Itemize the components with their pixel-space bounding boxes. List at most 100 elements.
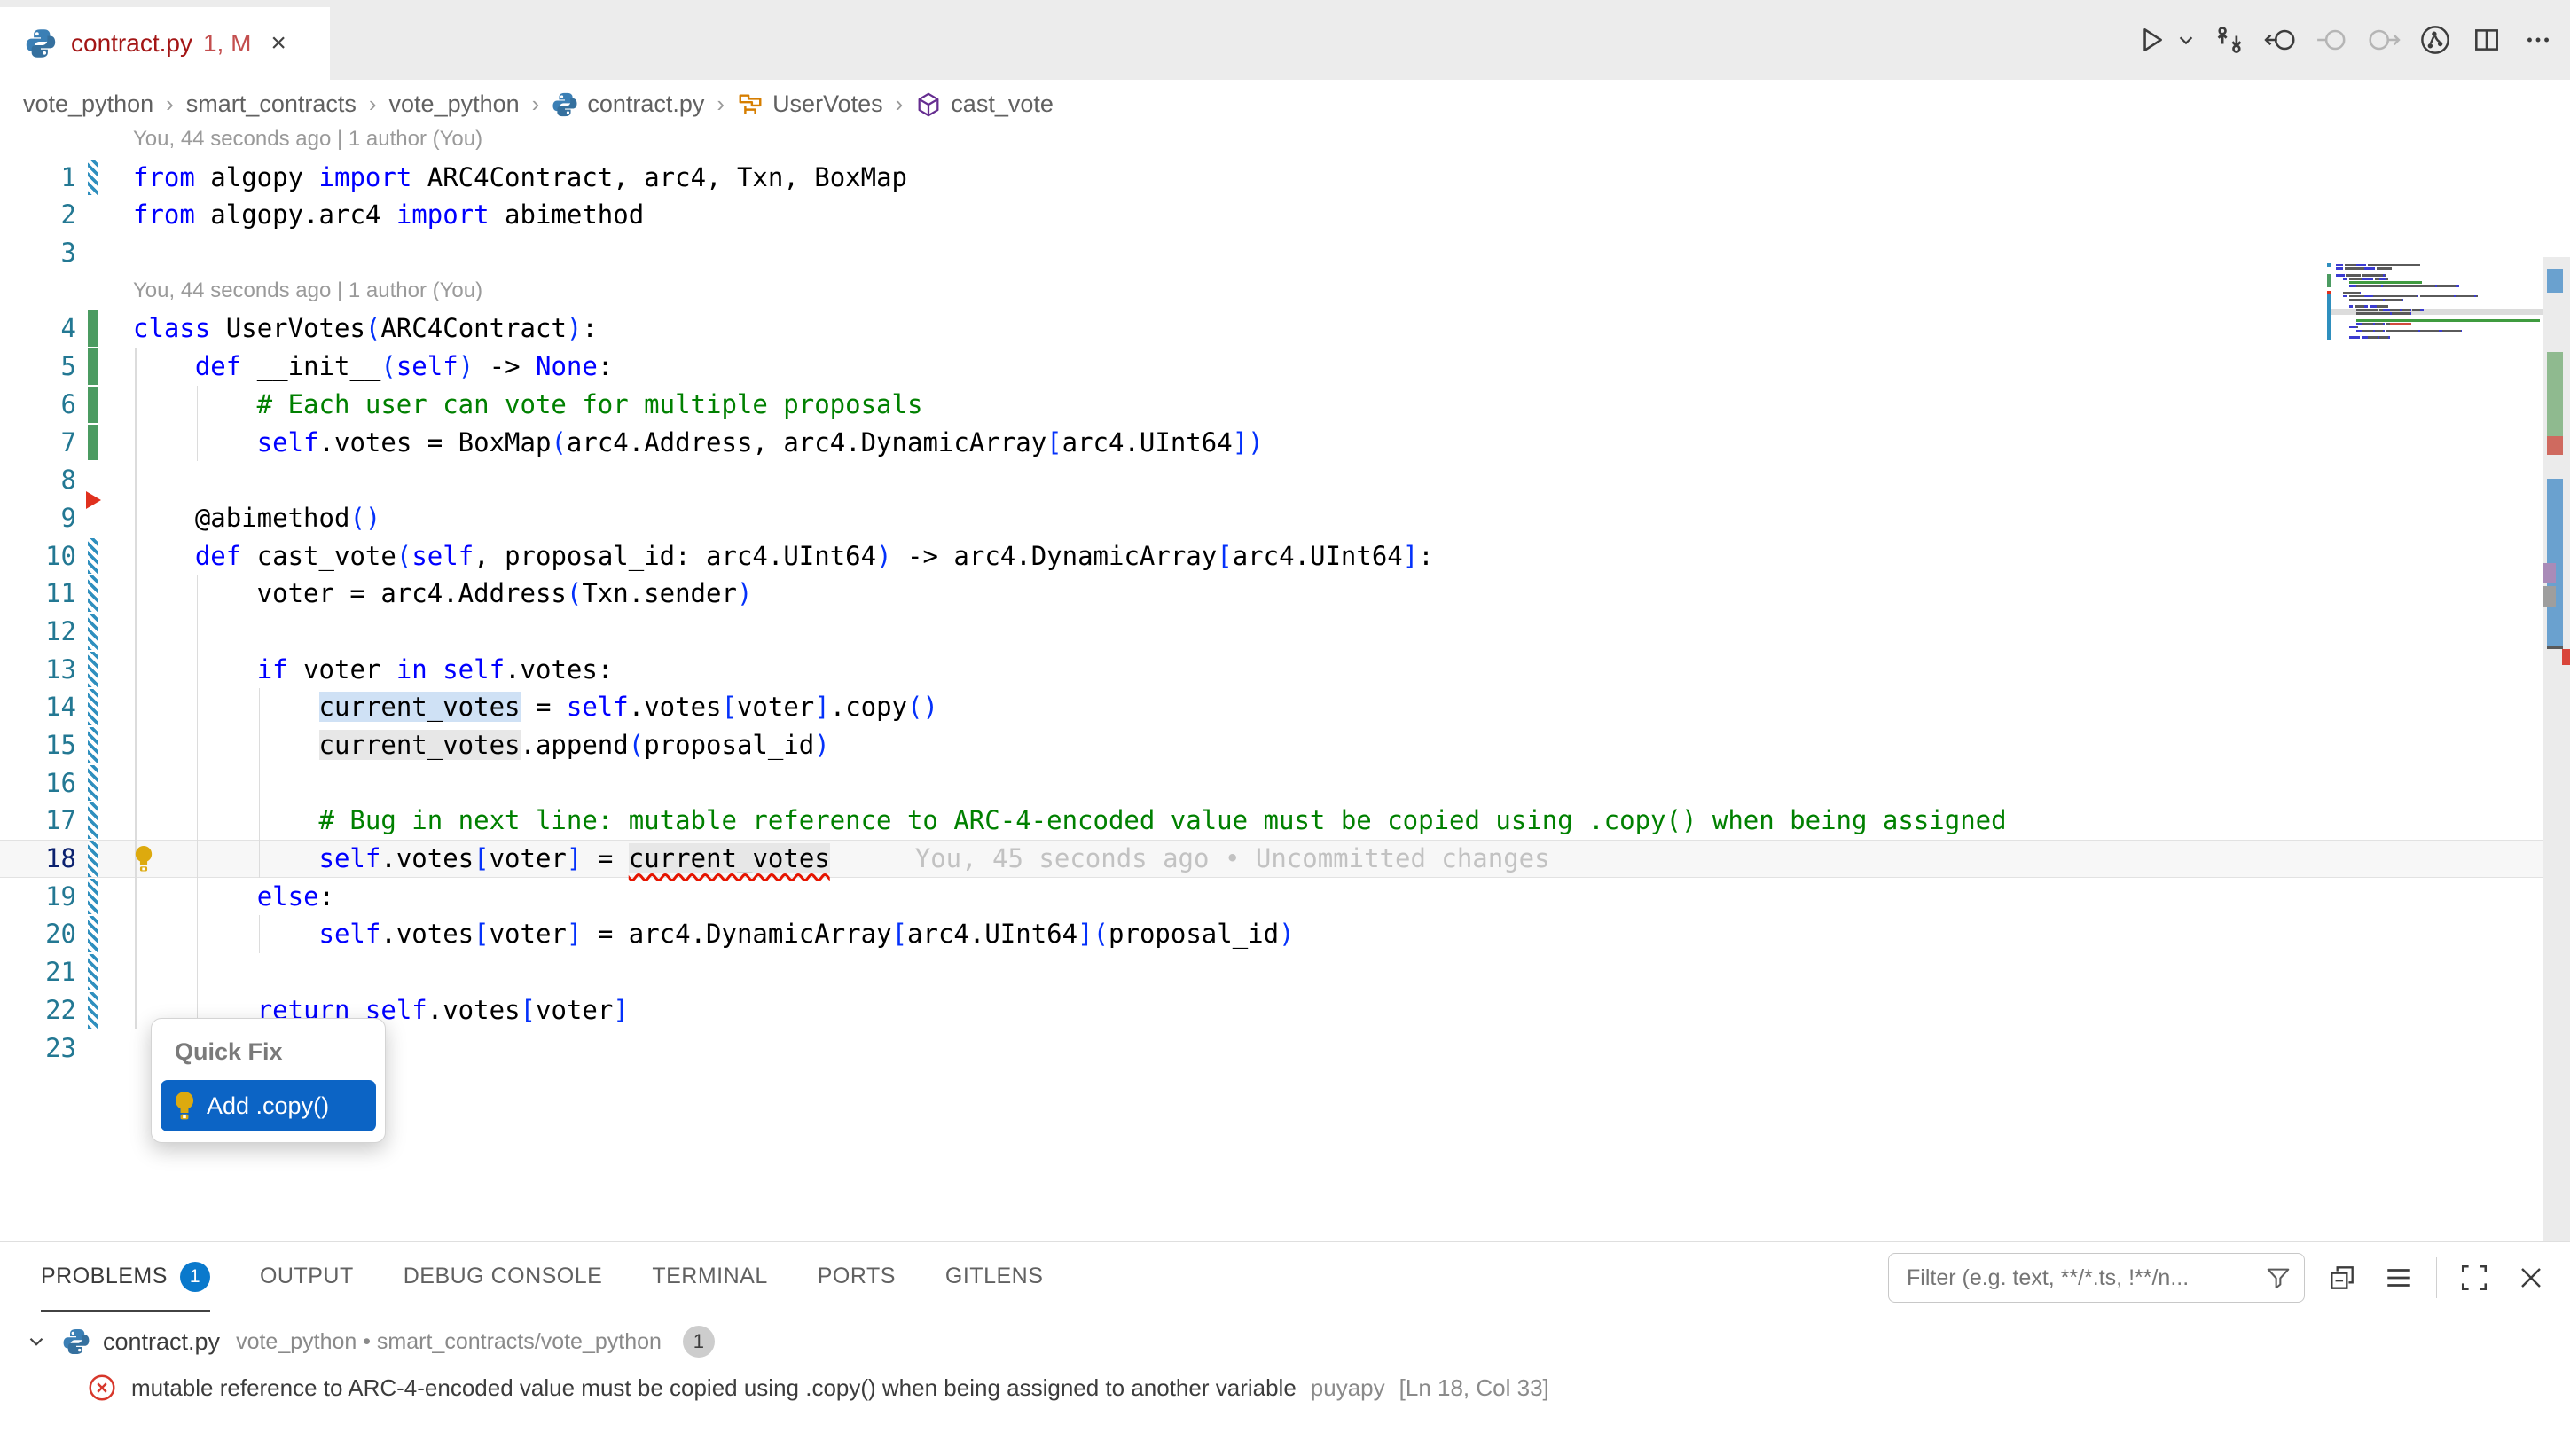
line-number-19[interactable]: 19 [0,878,76,916]
line-number-11[interactable]: 11 [0,575,76,613]
chevron-down-icon[interactable] [25,1330,48,1353]
code-line-15[interactable]: 15 current_votes.append(proposal_id) [0,726,2570,764]
code-line-9[interactable]: 9 @abimethod() [0,499,2570,537]
previous-change-icon[interactable] [2313,20,2352,59]
gutter-modified-decoration[interactable] [88,765,98,802]
code-line-13[interactable]: 13 if voter in self.votes: [0,651,2570,689]
code-line-17[interactable]: 17 # Bug in next line: mutable reference… [0,802,2570,840]
gutter-modified-decoration[interactable] [88,727,98,763]
code-line-21[interactable]: 21 [0,953,2570,991]
gutter-added-decoration[interactable] [88,348,98,385]
code-line-16[interactable]: 16 [0,764,2570,802]
gutter-modified-decoration[interactable] [88,160,98,196]
line-number-12[interactable]: 12 [0,613,76,651]
gutter-deleted-lines-marker[interactable] [86,491,101,509]
gutter-modified-decoration[interactable] [88,538,98,575]
code-line-5[interactable]: 5 def __init__(self) -> None: [0,348,2570,386]
line-number-10[interactable]: 10 [0,537,76,575]
breadcrumb-item-UserVotes[interactable]: UserVotes [737,90,883,118]
compare-changes-icon[interactable] [2210,20,2249,59]
problems-file-row[interactable]: contract.py vote_python • smart_contract… [0,1319,2570,1365]
gutter-added-decoration[interactable] [88,387,98,423]
code-line-19[interactable]: 19 else: [0,878,2570,916]
line-number-14[interactable]: 14 [0,688,76,726]
line-number-20[interactable]: 20 [0,915,76,953]
code-line-12[interactable]: 12 [0,613,2570,651]
minimap[interactable] [2327,263,2543,352]
code-line-7[interactable]: 7 self.votes = BoxMap(arc4.Address, arc4… [0,424,2570,462]
panel-tab-output[interactable]: OUTPUT [260,1243,354,1312]
codelens-blame-link[interactable]: You, 44 seconds ago | 1 author (You) [133,272,482,310]
close-tab-icon[interactable]: × [270,30,286,57]
line-number-8[interactable]: 8 [0,461,76,499]
gutter-added-decoration[interactable] [88,425,98,461]
problems-error-row[interactable]: mutable reference to ARC-4-encoded value… [0,1365,2570,1411]
line-number-23[interactable]: 23 [0,1029,76,1068]
breadcrumb-item-smart_contracts[interactable]: smart_contracts [186,90,357,118]
line-number-2[interactable]: 2 [0,196,76,234]
gutter-modified-decoration[interactable] [88,689,98,725]
line-number-6[interactable]: 6 [0,386,76,424]
gutter-modified-decoration[interactable] [88,614,98,650]
gutter-modified-decoration[interactable] [88,879,98,915]
open-previous-change-icon[interactable] [2261,20,2300,59]
line-number-21[interactable]: 21 [0,953,76,991]
view-as-table-icon[interactable] [2379,1258,2418,1297]
more-actions-icon[interactable] [2519,20,2558,59]
gutter-modified-decoration[interactable] [88,575,98,612]
panel-tab-problems[interactable]: PROBLEMS1 [41,1243,210,1312]
editor-tab-contract-py[interactable]: contract.py 1, M × [0,7,330,80]
code-line-2[interactable]: 2from algopy.arc4 import abimethod [0,196,2570,234]
line-number-22[interactable]: 22 [0,991,76,1029]
code-line-18[interactable]: 18 self.votes[voter] = current_votesYou,… [0,840,2570,878]
line-number-4[interactable]: 4 [0,309,76,348]
gutter-modified-decoration[interactable] [88,802,98,839]
line-number-9[interactable]: 9 [0,499,76,537]
line-number-17[interactable]: 17 [0,802,76,840]
line-number-1[interactable]: 1 [0,159,76,197]
run-python-file-button[interactable] [2132,20,2171,59]
panel-tab-gitlens[interactable]: GITLENS [945,1243,1043,1312]
close-panel-icon[interactable] [2511,1258,2550,1297]
code-editor[interactable]: You, 44 seconds ago | 1 author (You)1fro… [0,129,2570,1241]
code-line-8[interactable]: 8 [0,461,2570,499]
overview-ruler-scrollbar[interactable] [2543,257,2570,1241]
line-number-16[interactable]: 16 [0,764,76,802]
gutter-modified-decoration[interactable] [88,992,98,1029]
panel-tab-terminal[interactable]: TERMINAL [652,1243,767,1312]
line-number-18[interactable]: 18 [0,840,76,878]
line-number-13[interactable]: 13 [0,651,76,689]
collapse-all-icon[interactable] [2323,1258,2362,1297]
problems-filter-input[interactable] [1905,1264,2265,1292]
run-dropdown-chevron-icon[interactable] [2174,20,2198,59]
code-line-14[interactable]: 14 current_votes = self.votes[voter].cop… [0,688,2570,726]
breadcrumb-item-vote_python[interactable]: vote_python [23,90,153,118]
code-line-4[interactable]: 4class UserVotes(ARC4Contract): [0,309,2570,348]
panel-tab-debug-console[interactable]: DEBUG CONSOLE [404,1243,603,1312]
commit-graph-icon[interactable] [2416,20,2455,59]
filter-funnel-icon[interactable] [2265,1264,2292,1291]
breadcrumb-item-vote_python[interactable]: vote_python [389,90,520,118]
code-line-6[interactable]: 6 # Each user can vote for multiple prop… [0,386,2570,424]
code-line-20[interactable]: 20 self.votes[voter] = arc4.DynamicArray… [0,915,2570,953]
code-line-3[interactable]: 3 [0,234,2570,272]
quickfix-item-add-copy[interactable]: Add .copy() [161,1080,376,1131]
split-editor-icon[interactable] [2467,20,2506,59]
line-number-7[interactable]: 7 [0,424,76,462]
codelens-blame-link[interactable]: You, 44 seconds ago | 1 author (You) [133,129,482,159]
code-line-10[interactable]: 10 def cast_vote(self, proposal_id: arc4… [0,537,2570,575]
maximize-panel-icon[interactable] [2455,1258,2494,1297]
breadcrumb-item-contract.py[interactable]: contract.py [552,90,704,118]
gutter-modified-decoration[interactable] [88,954,98,990]
breadcrumb-item-cast_vote[interactable]: cast_vote [915,90,1054,118]
line-number-15[interactable]: 15 [0,726,76,764]
code-line-1[interactable]: 1from algopy import ARC4Contract, arc4, … [0,159,2570,197]
panel-tab-ports[interactable]: PORTS [818,1243,896,1312]
next-change-icon[interactable] [2364,20,2403,59]
line-number-3[interactable]: 3 [0,234,76,272]
gutter-modified-decoration[interactable] [88,652,98,688]
gutter-added-decoration[interactable] [88,310,98,347]
line-number-5[interactable]: 5 [0,348,76,386]
gutter-modified-decoration[interactable] [88,916,98,952]
code-line-11[interactable]: 11 voter = arc4.Address(Txn.sender) [0,575,2570,613]
